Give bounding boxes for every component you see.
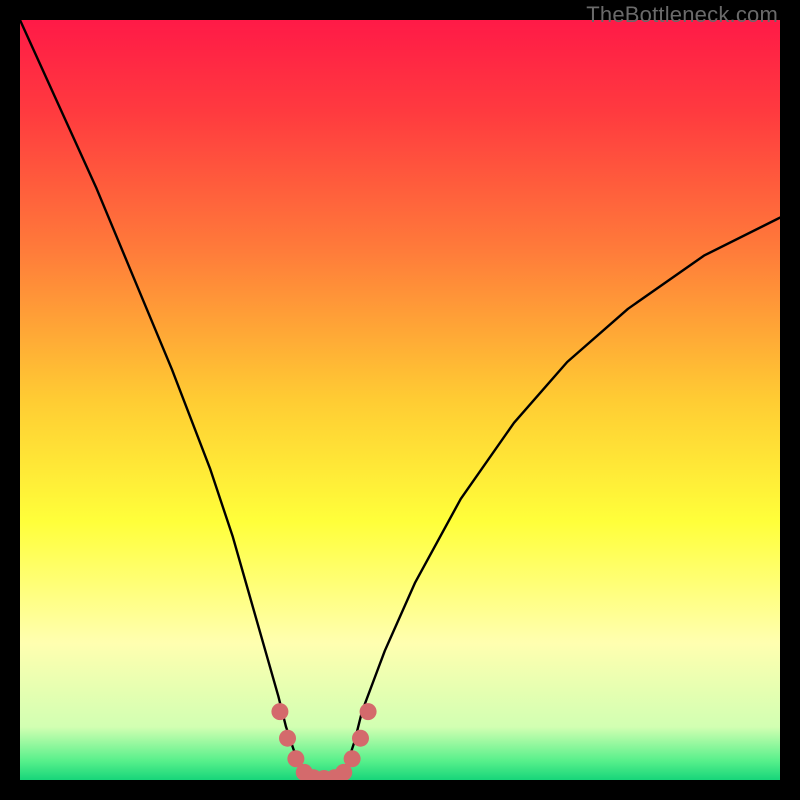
dot xyxy=(279,730,296,747)
dot xyxy=(271,703,288,720)
bottom-dots xyxy=(271,703,376,780)
attribution-text: TheBottleneck.com xyxy=(586,2,778,28)
plot-area xyxy=(20,20,780,780)
chart-frame: TheBottleneck.com xyxy=(0,0,800,800)
dot xyxy=(360,703,377,720)
bottleneck-curve xyxy=(20,20,780,778)
dot xyxy=(352,730,369,747)
curve-layer xyxy=(20,20,780,780)
dot xyxy=(344,750,361,767)
